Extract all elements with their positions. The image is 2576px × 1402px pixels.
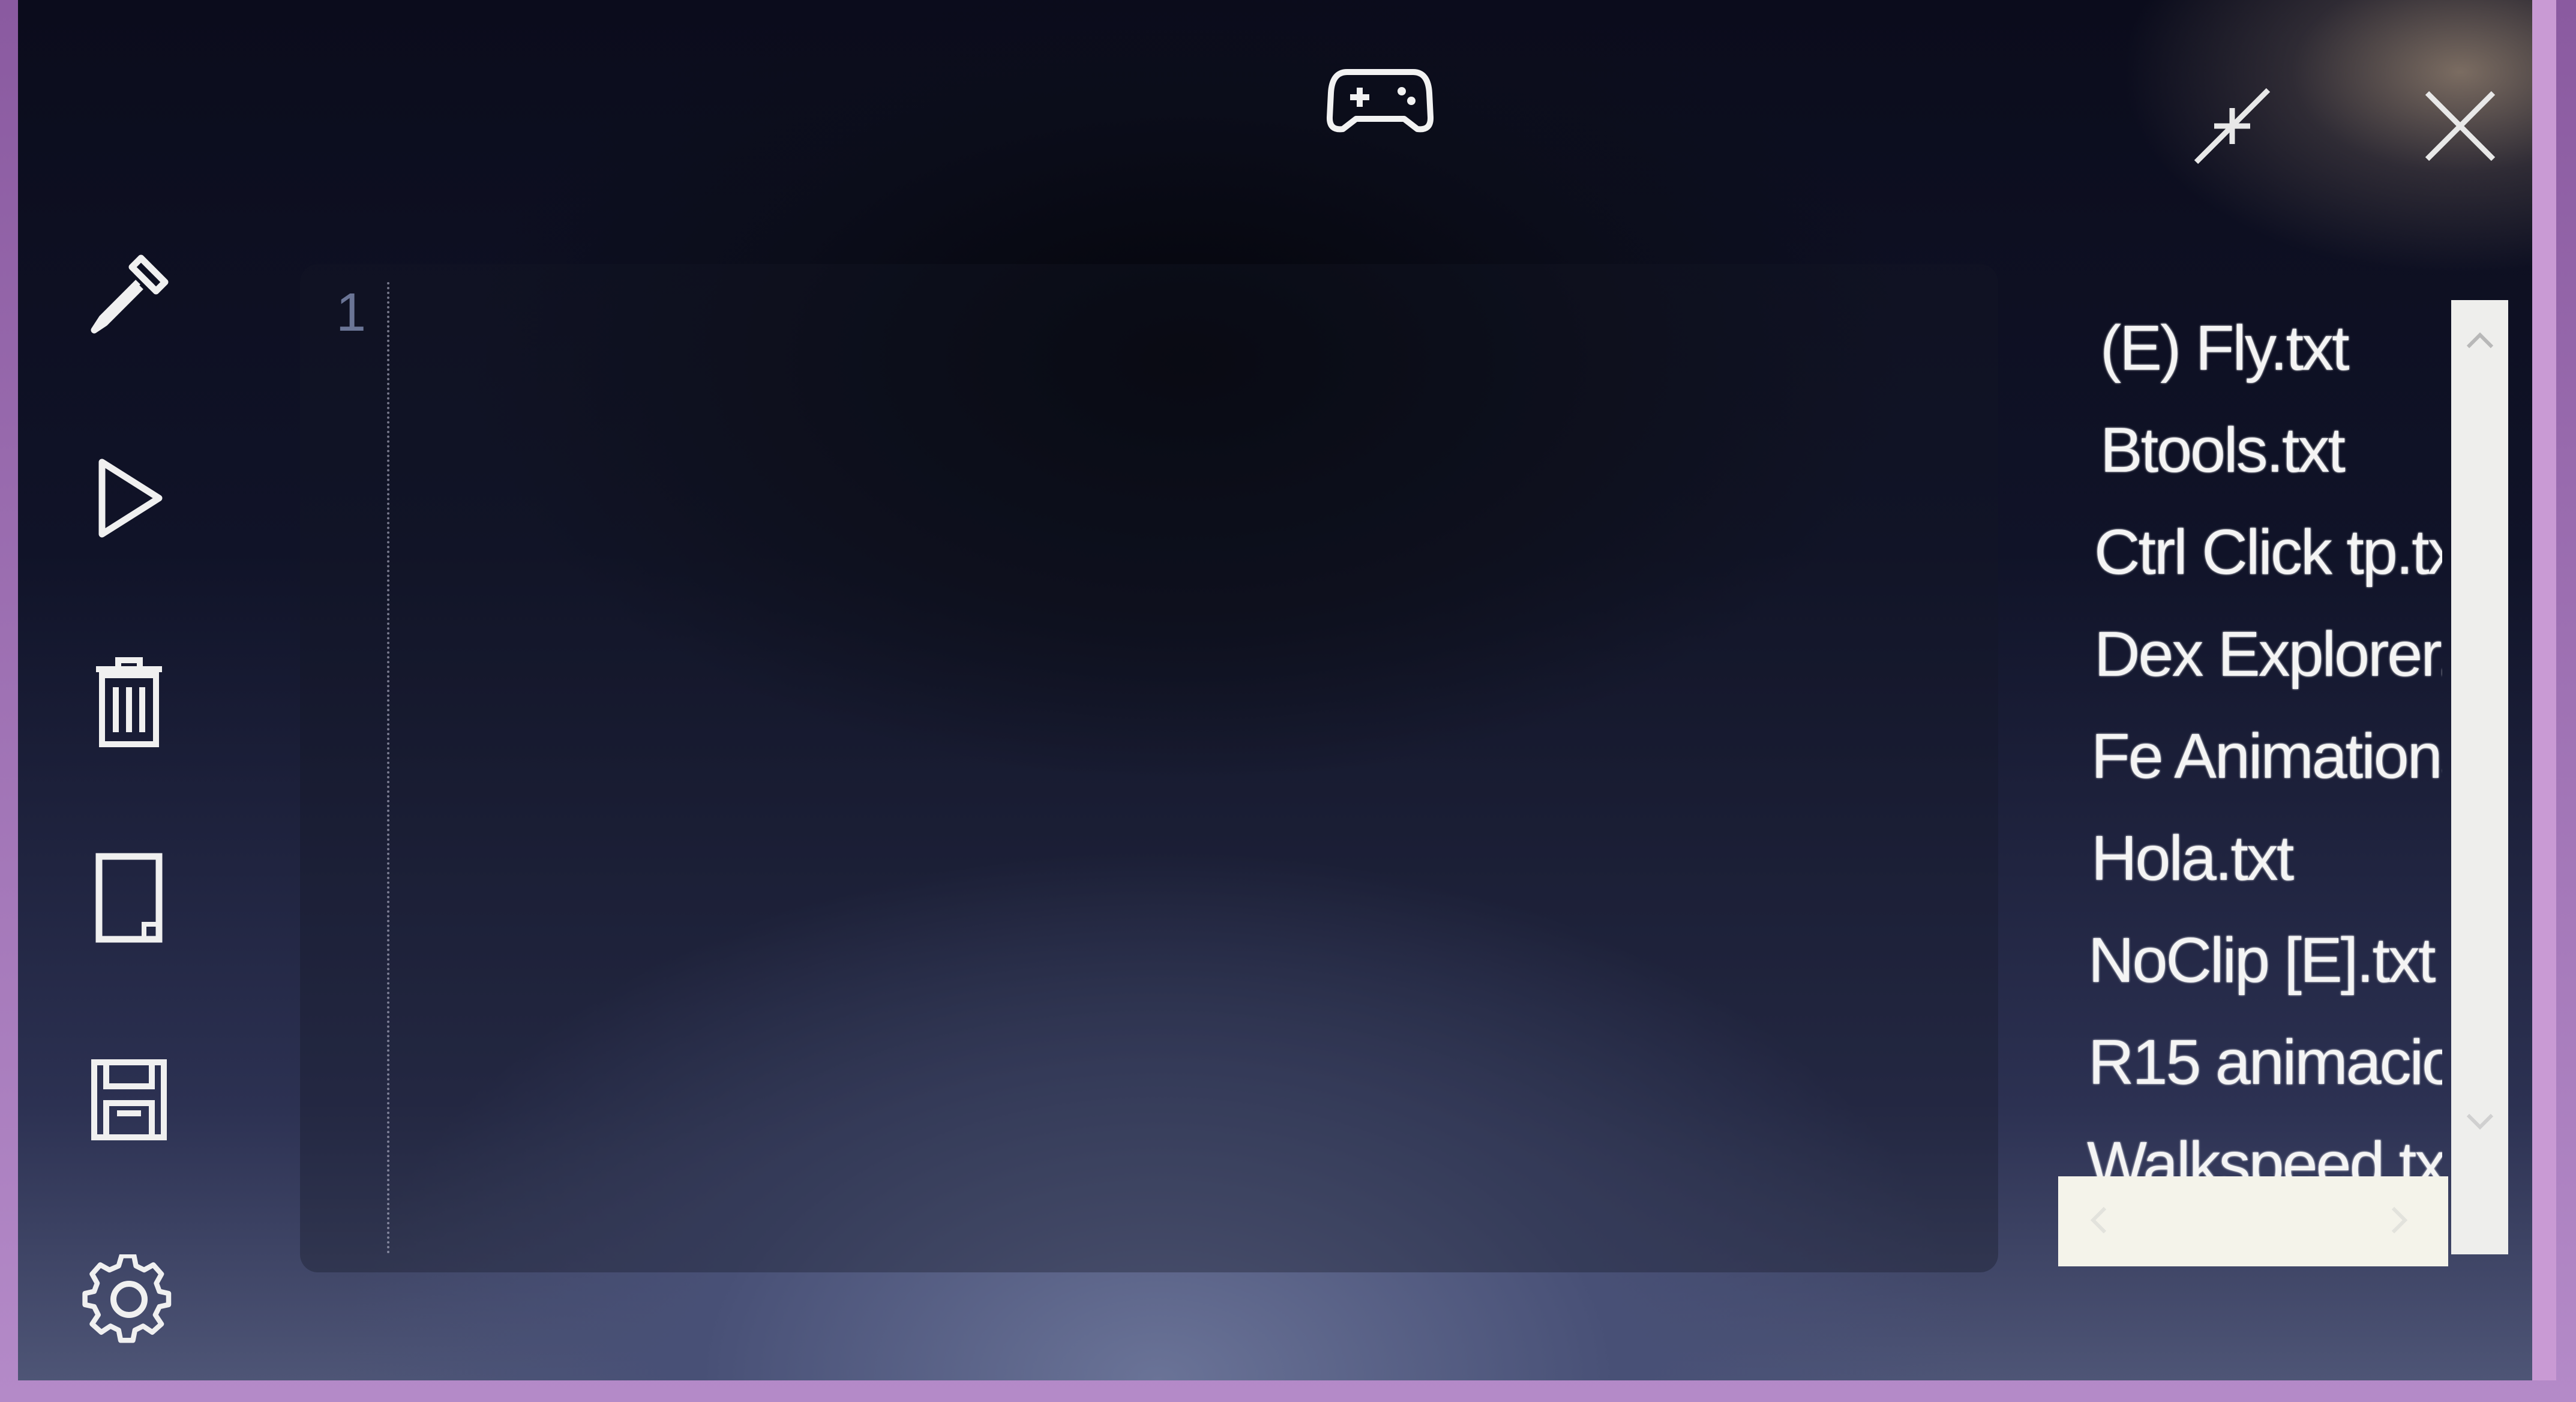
inject-button[interactable]: [81, 246, 177, 342]
execute-button[interactable]: [81, 450, 177, 546]
editor-gutter-divider: [387, 282, 389, 1254]
script-list-item[interactable]: Btools.txt: [2100, 414, 2346, 487]
horizontal-scrollbar[interactable]: [2058, 1176, 2448, 1266]
screen: 1 (E) Fly.txt Btools.txt Ctrl Click tp.t…: [0, 0, 2576, 1402]
play-icon: [98, 459, 163, 538]
clear-button[interactable]: [81, 654, 177, 750]
script-list[interactable]: (E) Fly.txt Btools.txt Ctrl Click tp.txt…: [2058, 300, 2442, 1176]
script-list-item[interactable]: Dex Explorer.txt: [2094, 618, 2442, 691]
line-number: 1: [336, 283, 367, 343]
minimize-button[interactable]: [2190, 84, 2274, 168]
script-list-item[interactable]: R15 animacion: [2088, 1026, 2442, 1099]
save-file-button[interactable]: [81, 1050, 177, 1146]
script-list-item[interactable]: Ctrl Click tp.txt: [2094, 516, 2442, 589]
scroll-right-icon[interactable]: [2382, 1203, 2416, 1237]
script-list-item[interactable]: NoClip [E].txt: [2088, 924, 2436, 997]
executor-window: 1 (E) Fly.txt Btools.txt Ctrl Click tp.t…: [18, 0, 2556, 1380]
script-list-item[interactable]: Fe Animations: [2091, 720, 2442, 793]
settings-button[interactable]: [81, 1254, 177, 1350]
script-list-panel: (E) Fly.txt Btools.txt Ctrl Click tp.txt…: [2058, 300, 2508, 1266]
save-icon: [91, 1059, 167, 1140]
collapse-arrows-icon: [2194, 88, 2271, 164]
close-icon: [2425, 91, 2496, 161]
script-list-item[interactable]: (E) Fly.txt: [2100, 312, 2350, 385]
scroll-down-icon[interactable]: [2463, 1104, 2497, 1138]
scroll-up-icon[interactable]: [2463, 324, 2497, 358]
open-file-button[interactable]: [81, 849, 177, 945]
trash-icon: [96, 657, 162, 747]
script-list-item[interactable]: Walkspeed.txt: [2087, 1128, 2442, 1176]
close-button[interactable]: [2418, 84, 2502, 168]
gamepad-icon: [1326, 69, 1434, 133]
file-icon: [95, 853, 163, 943]
eyedropper-icon: [91, 254, 169, 334]
script-list-item[interactable]: Hola.txt: [2091, 822, 2294, 895]
gear-icon: [82, 1254, 172, 1343]
scroll-left-icon[interactable]: [2082, 1203, 2116, 1237]
vertical-scrollbar[interactable]: [2451, 300, 2508, 1254]
script-editor[interactable]: 1: [300, 264, 1998, 1272]
